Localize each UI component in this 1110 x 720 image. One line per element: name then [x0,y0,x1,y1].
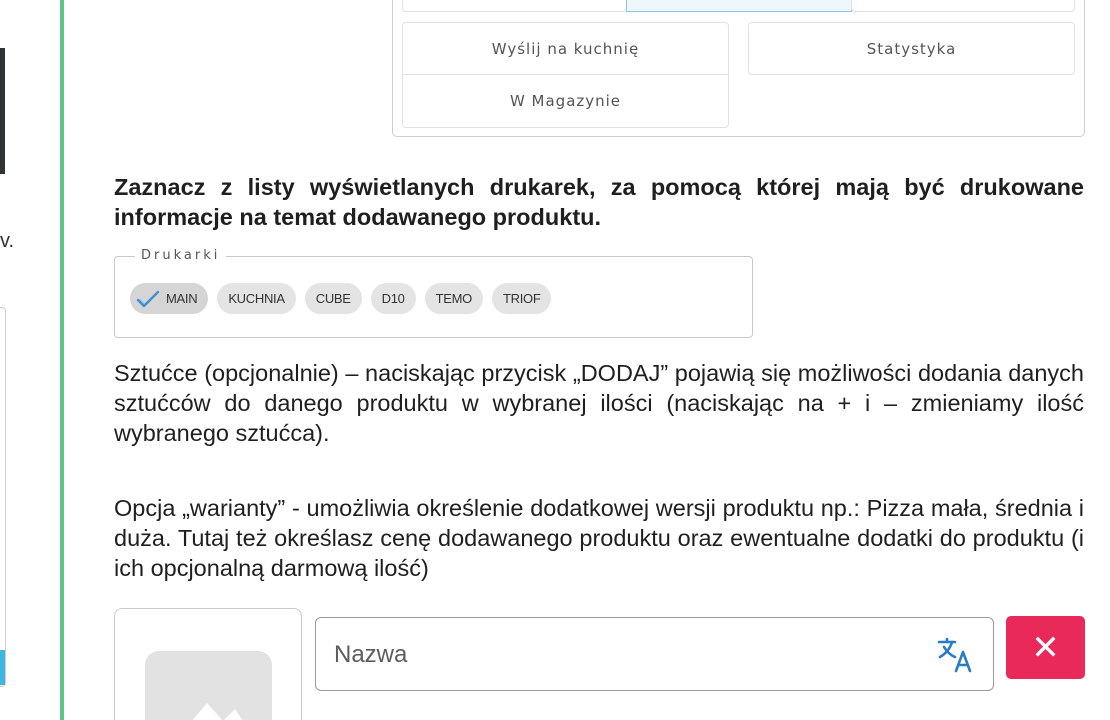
close-icon: ✕ [1031,627,1060,668]
in-warehouse-button[interactable]: W Magazynie [402,75,729,128]
variant-name-input[interactable] [334,638,894,672]
printer-chip-label: TEMO [435,291,473,306]
left-accent-bar [0,650,5,685]
translate-icon[interactable] [936,636,974,674]
printer-chip-main[interactable]: MAIN [130,283,209,314]
printer-chip-label: KUCHNIA [228,291,285,306]
printer-chip-list: MAIN KUCHNIA CUBE D10 TEMO TRIOF [130,283,552,314]
printers-fieldset: Drukarki MAIN KUCHNIA CUBE D10 TEMO TRIO… [114,248,753,338]
cropped-text: v. [0,230,15,252]
printer-chip-label: CUBE [315,291,351,306]
left-card [0,307,6,687]
printers-instruction: Zaznacz z listy wyświetlanych drukarek, … [114,174,1084,230]
cropped-button-row [402,0,1075,12]
printer-chip-kuchnia[interactable]: KUCHNIA [217,283,296,314]
cropped-button[interactable] [402,0,627,12]
printer-chip-d10[interactable]: D10 [370,283,416,314]
variant-image-picker[interactable] [114,608,302,720]
left-pane: v. [0,0,60,720]
send-to-kitchen-button[interactable]: Wyślij na kuchnię [402,22,729,75]
cutlery-description: Sztućce (opcjonalnie) – naciskając przyc… [114,360,1084,446]
printer-chip-label: TRIOF [502,291,541,306]
printer-chip-cube[interactable]: CUBE [304,283,362,314]
statistics-button[interactable]: Statystyka [748,22,1075,75]
remove-variant-button[interactable]: ✕ [1006,616,1085,679]
variants-description: Opcja „warianty” - umożliwia określenie … [114,495,1084,581]
variant-name-field [315,617,994,691]
cropped-button-active[interactable] [626,0,852,12]
printer-chip-label: D10 [381,291,405,306]
printer-chip-triof[interactable]: TRIOF [491,283,552,314]
image-placeholder-icon [145,651,272,720]
dark-sidebar-block [0,48,5,174]
green-divider [60,0,64,720]
cropped-button[interactable] [851,0,1075,12]
check-icon [136,290,160,307]
printer-chip-temo[interactable]: TEMO [424,283,483,314]
printer-chip-label: MAIN [166,291,198,306]
printers-legend: Drukarki [135,248,227,263]
